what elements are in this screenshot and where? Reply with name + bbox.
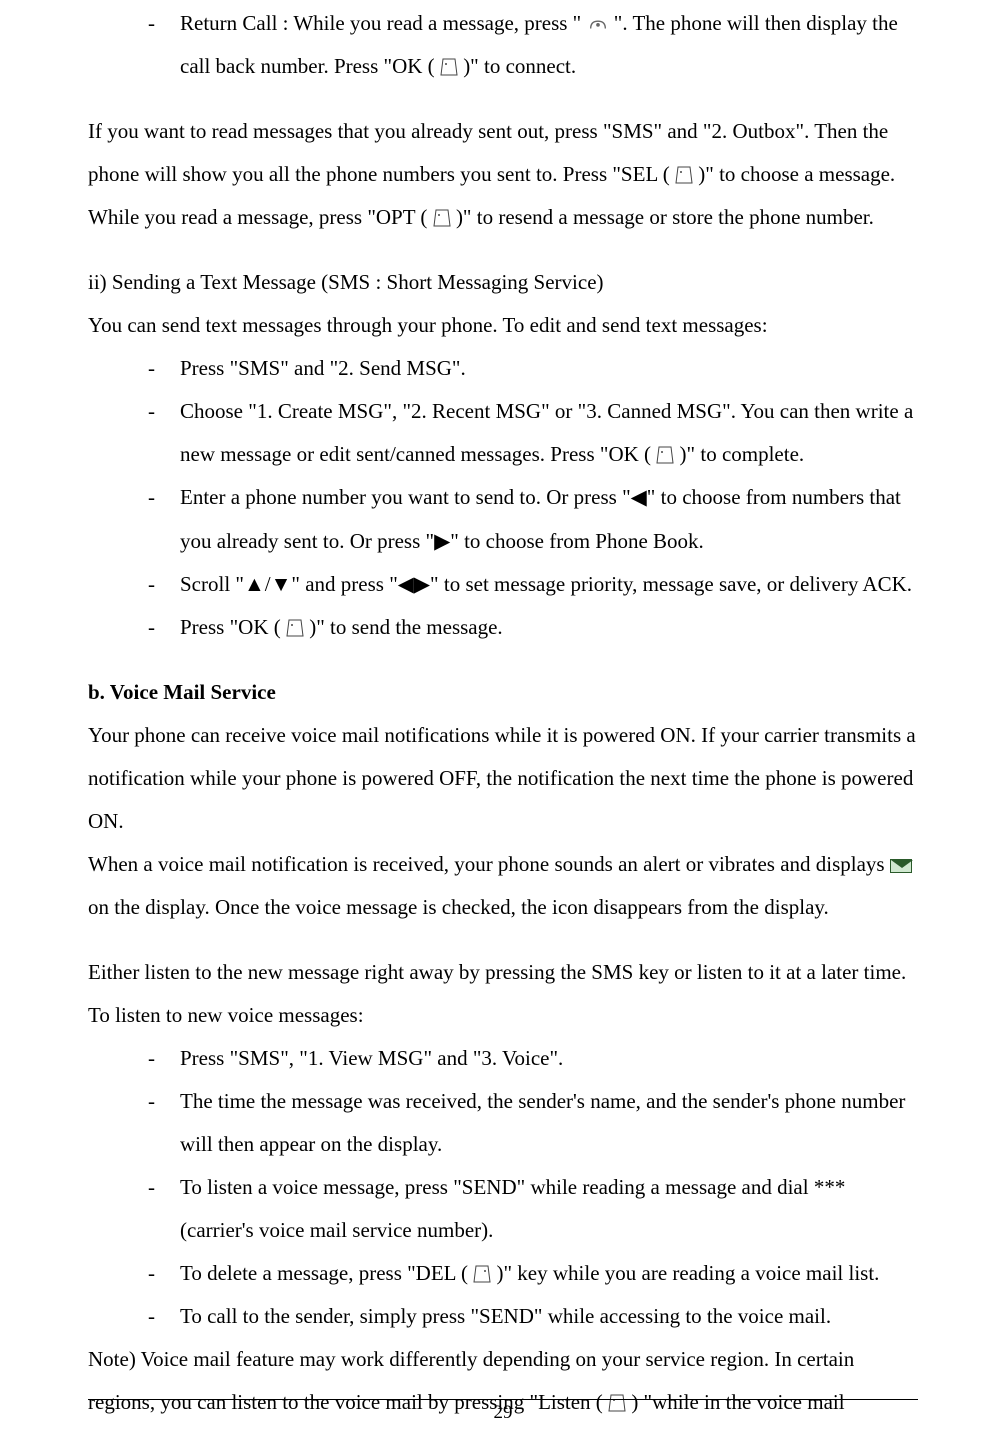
text: )" to choose a message. bbox=[698, 162, 895, 186]
text: To delete a message, press "DEL ( bbox=[180, 1261, 468, 1285]
left-softkey-icon bbox=[433, 200, 451, 220]
voice-mail-para1: Your phone can receive voice mail notifi… bbox=[88, 714, 918, 843]
text: The time the message was received, the s… bbox=[180, 1089, 905, 1113]
section-ii-intro: You can send text messages through your … bbox=[88, 304, 918, 347]
section-ii-title: ii) Sending a Text Message (SMS : Short … bbox=[88, 261, 918, 304]
text: Scroll "▲/▼" and press "◀▶" to set messa… bbox=[180, 572, 862, 596]
text: ". The phone will then display the bbox=[614, 11, 898, 35]
bullet-dash: - bbox=[148, 390, 180, 433]
list-item: To call to the sender, simply press "SEN… bbox=[180, 1295, 918, 1338]
list-item: The time the message was received, the s… bbox=[180, 1080, 918, 1166]
text: Choose "1. Create MSG", "2. Recent MSG" … bbox=[180, 399, 913, 423]
text: call back number. Press "OK ( bbox=[180, 54, 435, 78]
text: Press "OK ( bbox=[180, 615, 281, 639]
list-item: Press "SMS" and "2. Send MSG". bbox=[180, 347, 918, 390]
list-item: Press "SMS", "1. View MSG" and "3. Voice… bbox=[180, 1037, 918, 1080]
bullet-dash: - bbox=[148, 1166, 180, 1209]
list-item: To delete a message, press "DEL ( )" key… bbox=[180, 1252, 918, 1295]
bullet-dash: - bbox=[148, 2, 180, 45]
list-item: Scroll "▲/▼" and press "◀▶" to set messa… bbox=[180, 563, 918, 606]
voice-mail-heading: b. Voice Mail Service bbox=[88, 671, 918, 714]
bullet-dash: - bbox=[148, 1037, 180, 1080]
bullet-dash: - bbox=[148, 347, 180, 390]
right-softkey-icon bbox=[473, 1256, 491, 1276]
bullet-text: Return Call : While you read a message, … bbox=[180, 2, 918, 88]
bullet-dash: - bbox=[148, 476, 180, 519]
text: ACK. bbox=[862, 572, 912, 596]
voice-mail-list: - Press "SMS", "1. View MSG" and "3. Voi… bbox=[88, 1037, 918, 1338]
bullet-dash: - bbox=[148, 1295, 180, 1338]
text: Enter a phone number you want to send to… bbox=[180, 485, 901, 509]
text: Your phone can receive voice mail notifi… bbox=[88, 723, 824, 747]
list-item: Press "OK ( )" to send the message. bbox=[180, 606, 918, 649]
voice-mail-para2: When a voice mail notification is receiv… bbox=[88, 843, 918, 929]
return-call-bullet: - Return Call : While you read a message… bbox=[88, 2, 918, 88]
text: phone will show you all the phone number… bbox=[88, 162, 670, 186]
outbox-paragraph: If you want to read messages that you al… bbox=[88, 110, 918, 239]
text: )" to resend a message or store the phon… bbox=[456, 205, 874, 229]
left-softkey-icon bbox=[440, 49, 458, 69]
list-item: Enter a phone number you want to send to… bbox=[180, 476, 918, 562]
text: )" to complete. bbox=[680, 442, 805, 466]
envelope-icon bbox=[890, 859, 912, 873]
text: When a voice mail notification is receiv… bbox=[88, 852, 890, 876]
text: will then appear on the display. bbox=[180, 1132, 442, 1156]
text: Return Call : While you read a message, … bbox=[180, 11, 587, 35]
bullet-dash: - bbox=[148, 1252, 180, 1295]
left-softkey-icon bbox=[286, 610, 304, 630]
list-item: To listen a voice message, press "SEND" … bbox=[180, 1166, 918, 1252]
text: you already sent to. Or press "▶" to cho… bbox=[180, 529, 704, 553]
bullet-dash: - bbox=[148, 563, 180, 606]
text: If you want to read messages that you al… bbox=[88, 119, 888, 143]
text: )" to connect. bbox=[463, 54, 576, 78]
text: new message or edit sent/canned messages… bbox=[180, 442, 651, 466]
voice-mail-para3: Either listen to the new message right a… bbox=[88, 951, 918, 1037]
page-footer: 29 bbox=[88, 1399, 918, 1424]
text: Note) Voice mail feature may work differ… bbox=[88, 1347, 854, 1371]
phone-up-icon bbox=[587, 6, 609, 28]
text: To listen a voice message, press "SEND" … bbox=[180, 1175, 845, 1199]
text: While you read a message, press "OPT ( bbox=[88, 205, 427, 229]
text: (carrier's voice mail service number). bbox=[180, 1218, 493, 1242]
list-item: Choose "1. Create MSG", "2. Recent MSG" … bbox=[180, 390, 918, 476]
bullet-dash: - bbox=[148, 1080, 180, 1123]
text: on the display. Once the voice message i… bbox=[88, 895, 829, 919]
document-page: - Return Call : While you read a message… bbox=[0, 0, 1006, 1434]
text: )" key while you are reading a voice mai… bbox=[496, 1261, 879, 1285]
left-softkey-icon bbox=[656, 437, 674, 457]
text: )" to send the message. bbox=[309, 615, 502, 639]
left-softkey-icon bbox=[675, 157, 693, 177]
page-number: 29 bbox=[494, 1402, 513, 1423]
bullet-dash: - bbox=[148, 606, 180, 649]
text: Either listen to the new message right a… bbox=[88, 960, 864, 984]
send-msg-list: - Press "SMS" and "2. Send MSG". - Choos… bbox=[88, 347, 918, 648]
